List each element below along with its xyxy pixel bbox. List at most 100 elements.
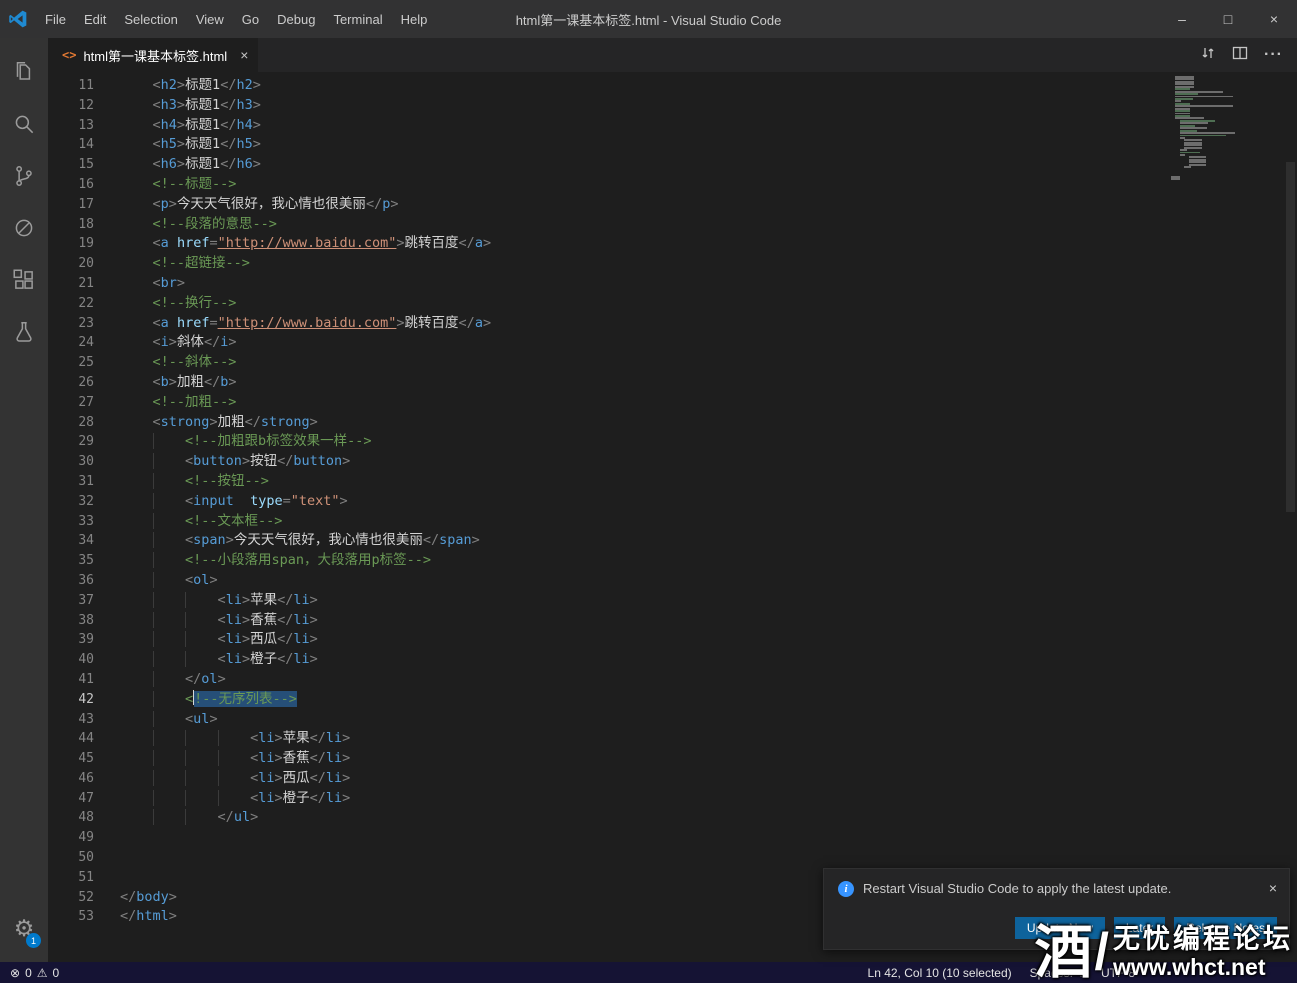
code-line[interactable]: 39 <li>西瓜</li> xyxy=(48,630,1297,650)
line-text[interactable]: <!--加粗--> xyxy=(120,393,236,413)
code-line[interactable]: 34 <span>今天天气很好，我心情也很美丽</span> xyxy=(48,531,1297,551)
menu-help[interactable]: Help xyxy=(392,0,437,38)
split-editor-icon[interactable] xyxy=(1232,45,1248,66)
line-text[interactable]: <ol> xyxy=(120,571,218,591)
code-line[interactable]: 19 <a href="http://www.baidu.com">跳转百度</… xyxy=(48,234,1297,254)
line-text[interactable]: <span>今天天气很好，我心情也很美丽</span> xyxy=(120,531,480,551)
problems-status[interactable]: ⊗ 0 ⚠ 0 xyxy=(10,966,59,980)
close-button[interactable]: × xyxy=(1251,0,1297,38)
code-line[interactable]: 16 <!--标题--> xyxy=(48,175,1297,195)
debug-icon[interactable] xyxy=(0,202,48,254)
test-beaker-icon[interactable] xyxy=(0,306,48,358)
line-text[interactable]: <li>橙子</li> xyxy=(120,650,318,670)
line-text[interactable]: <i>斜体</i> xyxy=(120,333,236,353)
menu-debug[interactable]: Debug xyxy=(268,0,324,38)
line-text[interactable]: <p>今天天气很好，我心情也很美丽</p> xyxy=(120,195,398,215)
scrollbar-thumb[interactable] xyxy=(1286,162,1295,512)
code-line[interactable]: 23 <a href="http://www.baidu.com">跳转百度</… xyxy=(48,314,1297,334)
menu-edit[interactable]: Edit xyxy=(75,0,115,38)
code-line[interactable]: 33 <!--文本框--> xyxy=(48,512,1297,532)
code-line[interactable]: 36 <ol> xyxy=(48,571,1297,591)
line-text[interactable]: </ul> xyxy=(120,808,258,828)
code-line[interactable]: 35 <!--小段落用span，大段落用p标签--> xyxy=(48,551,1297,571)
line-text[interactable]: <li>西瓜</li> xyxy=(120,769,350,789)
line-text[interactable]: <h4>标题1</h4> xyxy=(120,116,261,136)
code-line[interactable]: 42 <!--无序列表--> xyxy=(48,690,1297,710)
line-text[interactable]: <!--斜体--> xyxy=(120,353,236,373)
code-line[interactable]: 32 <input type="text"> xyxy=(48,492,1297,512)
line-text[interactable]: <!--小段落用span，大段落用p标签--> xyxy=(120,551,431,571)
menu-view[interactable]: View xyxy=(187,0,233,38)
notification-button-0[interactable]: Update Now xyxy=(1015,917,1105,939)
code-line[interactable]: 20 <!--超链接--> xyxy=(48,254,1297,274)
code-line[interactable]: 37 <li>苹果</li> xyxy=(48,591,1297,611)
line-text[interactable]: <li>苹果</li> xyxy=(120,729,350,749)
line-text[interactable]: <!--按钮--> xyxy=(120,472,269,492)
code-line[interactable]: 21 <br> xyxy=(48,274,1297,294)
line-text[interactable]: <h5>标题1</h5> xyxy=(120,135,261,155)
code-line[interactable]: 40 <li>橙子</li> xyxy=(48,650,1297,670)
minimap[interactable] xyxy=(1171,76,1283,181)
more-actions-icon[interactable]: ··· xyxy=(1264,46,1283,64)
menu-file[interactable]: File xyxy=(36,0,75,38)
notification-button-2[interactable]: Release Notes xyxy=(1174,917,1277,939)
code-line[interactable]: 46 <li>西瓜</li> xyxy=(48,769,1297,789)
line-text[interactable]: </ol> xyxy=(120,670,226,690)
tab-html-file[interactable]: <> html第一课基本标签.html × xyxy=(48,38,258,72)
code-line[interactable]: 15 <h6>标题1</h6> xyxy=(48,155,1297,175)
status-item-0[interactable]: Ln 42, Col 10 (10 selected) xyxy=(868,966,1012,980)
line-text[interactable]: <li>香蕉</li> xyxy=(120,749,350,769)
tab-close-icon[interactable]: × xyxy=(240,47,248,63)
menu-go[interactable]: Go xyxy=(233,0,268,38)
explorer-icon[interactable] xyxy=(0,46,48,98)
line-text[interactable]: <!--文本框--> xyxy=(120,512,282,532)
code-line[interactable]: 31 <!--按钮--> xyxy=(48,472,1297,492)
line-text[interactable]: <input type="text"> xyxy=(120,492,348,512)
line-text[interactable]: <!--换行--> xyxy=(120,294,236,314)
vertical-scrollbar[interactable] xyxy=(1283,72,1297,962)
line-text[interactable]: <!--超链接--> xyxy=(120,254,250,274)
status-item-2[interactable]: UTF-8 xyxy=(1101,966,1135,980)
line-text[interactable]: <strong>加粗</strong> xyxy=(120,413,318,433)
code-line[interactable]: 30 <button>按钮</button> xyxy=(48,452,1297,472)
notification-close-icon[interactable]: × xyxy=(1269,881,1277,895)
code-line[interactable]: 38 <li>香蕉</li> xyxy=(48,611,1297,631)
line-text[interactable]: <h2>标题1</h2> xyxy=(120,76,261,96)
sync-icon[interactable] xyxy=(1200,45,1216,66)
code-line[interactable]: 24 <i>斜体</i> xyxy=(48,333,1297,353)
code-line[interactable]: 41 </ol> xyxy=(48,670,1297,690)
menu-selection[interactable]: Selection xyxy=(115,0,186,38)
code-line[interactable]: 43 <ul> xyxy=(48,710,1297,730)
code-line[interactable]: 18 <!--段落的意思--> xyxy=(48,215,1297,235)
line-text[interactable]: <br> xyxy=(120,274,185,294)
code-line[interactable]: 11 <h2>标题1</h2> xyxy=(48,76,1297,96)
code-line[interactable]: 47 <li>橙子</li> xyxy=(48,789,1297,809)
code-line[interactable]: 22 <!--换行--> xyxy=(48,294,1297,314)
line-text[interactable]: <h3>标题1</h3> xyxy=(120,96,261,116)
maximize-button[interactable]: □ xyxy=(1205,0,1251,38)
line-text[interactable]: <button>按钮</button> xyxy=(120,452,350,472)
line-text[interactable]: </html> xyxy=(120,907,177,927)
extensions-icon[interactable] xyxy=(0,254,48,306)
vscode-logo-icon[interactable] xyxy=(0,9,36,29)
minimize-button[interactable]: – xyxy=(1159,0,1205,38)
code-line[interactable]: 29 <!--加粗跟b标签效果一样--> xyxy=(48,432,1297,452)
code-line[interactable]: 13 <h4>标题1</h4> xyxy=(48,116,1297,136)
line-text[interactable]: <!--加粗跟b标签效果一样--> xyxy=(120,432,372,452)
code-line[interactable]: 49 xyxy=(48,828,1297,848)
settings-gear-icon[interactable]: ⚙ 1 xyxy=(0,906,48,950)
line-text[interactable]: <h6>标题1</h6> xyxy=(120,155,261,175)
line-text[interactable]: <!--无序列表--> xyxy=(120,690,297,710)
code-line[interactable]: 14 <h5>标题1</h5> xyxy=(48,135,1297,155)
code-line[interactable]: 48 </ul> xyxy=(48,808,1297,828)
code-line[interactable]: 45 <li>香蕉</li> xyxy=(48,749,1297,769)
line-text[interactable]: <b>加粗</b> xyxy=(120,373,236,393)
menu-terminal[interactable]: Terminal xyxy=(324,0,391,38)
editor[interactable]: 11 <h2>标题1</h2>12 <h3>标题1</h3>13 <h4>标题1… xyxy=(48,72,1297,962)
line-text[interactable]: <!--段落的意思--> xyxy=(120,215,277,235)
code-line[interactable]: 17 <p>今天天气很好，我心情也很美丽</p> xyxy=(48,195,1297,215)
search-icon[interactable] xyxy=(0,98,48,150)
notification-button-1[interactable]: Later xyxy=(1114,917,1165,939)
line-text[interactable]: <ul> xyxy=(120,710,218,730)
line-text[interactable]: </body> xyxy=(120,888,177,908)
